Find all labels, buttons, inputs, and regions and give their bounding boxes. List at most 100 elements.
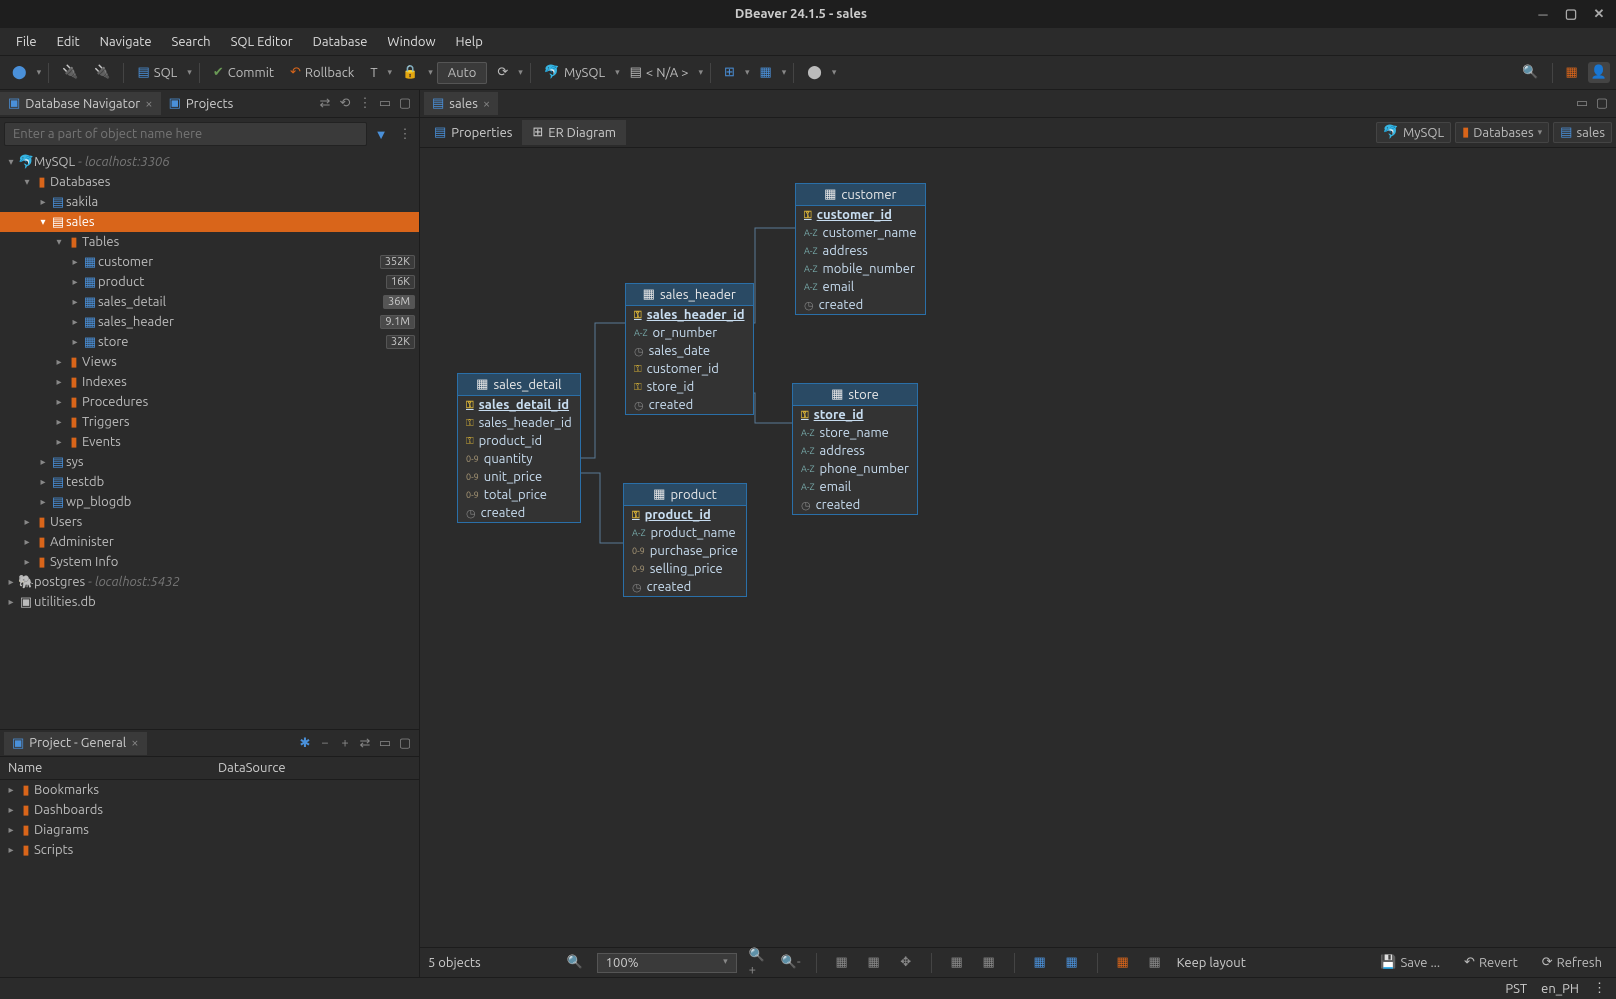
user-icon[interactable]: 👤	[1588, 62, 1610, 83]
close-project-icon[interactable]: ×	[131, 736, 138, 750]
entity-sales-detail[interactable]: ▦ sales_detail⚿ sales_detail_id⚿ sales_h…	[457, 373, 581, 523]
filter-icon[interactable]: ▼	[371, 124, 391, 144]
tool-icon1[interactable]: ⊞	[718, 63, 741, 82]
zoom-icon[interactable]: 🔍	[565, 953, 585, 973]
proj-dashboards[interactable]: ▸▮Dashboards	[0, 800, 419, 820]
col-datasource[interactable]: DataSource	[210, 757, 294, 779]
bc-databases[interactable]: ▮Databases▾	[1455, 122, 1549, 143]
tree-connection-mysql[interactable]: ▾🐬MySQL - localhost:3306	[0, 152, 419, 172]
tree-triggers[interactable]: ▸▮Triggers	[0, 412, 419, 432]
tree-db-sales[interactable]: ▾▤sales	[0, 212, 419, 232]
driver-selector[interactable]: 🐬 MySQL	[538, 63, 611, 82]
entity-product[interactable]: ▦ product⚿ product_idA-Z product_name0-9…	[623, 483, 747, 597]
minus-icon[interactable]: −	[315, 733, 335, 753]
menu-database[interactable]: Database	[303, 32, 378, 52]
emin-icon[interactable]: ▭	[1572, 94, 1592, 114]
layout2-icon[interactable]: ▦	[864, 953, 884, 973]
move-icon[interactable]: ✥	[896, 953, 916, 973]
close-editor-icon[interactable]: ×	[483, 97, 490, 111]
commit-button[interactable]: ✔ Commit	[207, 63, 280, 82]
tab-db-navigator[interactable]: ▣Database Navigator×	[0, 92, 161, 115]
link-icon[interactable]: ⇄	[315, 94, 335, 114]
disconnect-icon[interactable]: 🔌	[88, 63, 116, 82]
link2-icon[interactable]: ⇄	[355, 733, 375, 753]
keep-layout[interactable]: Keep layout	[1177, 956, 1246, 970]
menu-file[interactable]: File	[6, 32, 47, 52]
tree-connection-utilities[interactable]: ▸▣utilities.db	[0, 592, 419, 612]
close-icon[interactable]: ✕	[1590, 5, 1608, 23]
tree-table-customer[interactable]: ▸▦customer352K	[0, 252, 419, 272]
plus-icon[interactable]: +	[335, 733, 355, 753]
tree-connection-postgres[interactable]: ▸🐘postgres - localhost:5432	[0, 572, 419, 592]
tree-db-sakila[interactable]: ▸▤sakila	[0, 192, 419, 212]
subtab-properties[interactable]: ▤Properties	[424, 120, 522, 145]
refresh-button[interactable]: ⟳ Refresh	[1536, 953, 1608, 972]
plug-icon[interactable]: 🔌	[56, 63, 84, 82]
minimize-icon[interactable]: ─	[1534, 5, 1552, 23]
tree-systeminfo[interactable]: ▸▮System Info	[0, 552, 419, 572]
zoomin-icon[interactable]: 🔍+	[749, 953, 769, 973]
tree-administer[interactable]: ▸▮Administer	[0, 532, 419, 552]
min2-icon[interactable]: ▭	[375, 733, 395, 753]
tree-users[interactable]: ▸▮Users	[0, 512, 419, 532]
tree-table-product[interactable]: ▸▦product16K	[0, 272, 419, 292]
menu-edit[interactable]: Edit	[47, 32, 90, 52]
entity-customer[interactable]: ▦ customer⚿ customer_idA-Z customer_name…	[795, 183, 926, 315]
tree-db-wpblogdb[interactable]: ▸▤wp_blogdb	[0, 492, 419, 512]
cfg2-icon[interactable]: ▦	[1145, 953, 1165, 973]
perspective-icon[interactable]: ▦	[1560, 63, 1584, 82]
tree-indexes[interactable]: ▸▮Indexes	[0, 372, 419, 392]
auto-button[interactable]: Auto	[437, 62, 488, 84]
subtab-erdiagram[interactable]: ⊞ER Diagram	[522, 120, 626, 145]
export2-icon[interactable]: ▦	[1062, 953, 1082, 973]
layout1-icon[interactable]: ▦	[832, 953, 852, 973]
nav-search-input[interactable]	[4, 122, 367, 146]
min-icon[interactable]: ▭	[375, 94, 395, 114]
tree-db-testdb[interactable]: ▸▤testdb	[0, 472, 419, 492]
menu2-icon[interactable]: ⋮	[395, 124, 415, 144]
search-icon[interactable]: 🔍	[1516, 63, 1544, 82]
menu-help[interactable]: Help	[446, 32, 493, 52]
tree-table-store[interactable]: ▸▦store32K	[0, 332, 419, 352]
tree-db-sys[interactable]: ▸▤sys	[0, 452, 419, 472]
menu-window[interactable]: Window	[377, 32, 445, 52]
sql-button[interactable]: ▤ SQL	[131, 63, 183, 82]
zoom-select[interactable]: 100%▾	[597, 953, 737, 973]
tree-table-sales-detail[interactable]: ▸▦sales_detail36M	[0, 292, 419, 312]
tx-icon[interactable]: T	[364, 64, 383, 82]
grid2-icon[interactable]: ▦	[979, 953, 999, 973]
tree-procedures[interactable]: ▸▮Procedures	[0, 392, 419, 412]
sync-icon[interactable]: ⟳	[491, 63, 514, 82]
max2-icon[interactable]: ▢	[395, 733, 415, 753]
menu-navigate[interactable]: Navigate	[90, 32, 162, 52]
tab-project[interactable]: ▣Project - General×	[4, 732, 147, 755]
grid1-icon[interactable]: ▦	[947, 953, 967, 973]
lock-icon[interactable]: 🔒	[396, 63, 424, 82]
tool-icon2[interactable]: ▦	[753, 63, 777, 82]
menu-icon[interactable]: ⋮	[355, 94, 375, 114]
proj-scripts[interactable]: ▸▮Scripts	[0, 840, 419, 860]
rollback-button[interactable]: ↶ Rollback	[284, 63, 360, 82]
proj-bookmarks[interactable]: ▸▮Bookmarks	[0, 780, 419, 800]
tree-databases[interactable]: ▾▮Databases	[0, 172, 419, 192]
tree-events[interactable]: ▸▮Events	[0, 432, 419, 452]
resize-grip-icon[interactable]: ⋮	[1593, 981, 1606, 996]
tree-views[interactable]: ▸▮Views	[0, 352, 419, 372]
close-tab-icon[interactable]: ×	[145, 97, 152, 111]
revert-button[interactable]: ↶ Revert	[1458, 953, 1524, 972]
entity-store[interactable]: ▦ store⚿ store_idA-Z store_nameA-Z addre…	[792, 383, 918, 515]
bc-mysql[interactable]: 🐬MySQL	[1376, 122, 1451, 143]
star-icon[interactable]: ✱	[295, 733, 315, 753]
cfg1-icon[interactable]: ▦	[1113, 953, 1133, 973]
maximize-icon[interactable]: ▢	[1562, 5, 1580, 23]
tree-tables[interactable]: ▾▮Tables	[0, 232, 419, 252]
export1-icon[interactable]: ▦	[1030, 953, 1050, 973]
refresh-icon[interactable]: ⟲	[335, 94, 355, 114]
col-name[interactable]: Name	[0, 757, 210, 779]
erd-canvas[interactable]: ▦ customer⚿ customer_idA-Z customer_name…	[420, 148, 1616, 947]
tab-projects[interactable]: ▣Projects	[161, 92, 242, 115]
menu-sqleditor[interactable]: SQL Editor	[221, 32, 303, 52]
max-icon[interactable]: ▢	[395, 94, 415, 114]
proj-diagrams[interactable]: ▸▮Diagrams	[0, 820, 419, 840]
tool-icon3[interactable]: ⬤	[801, 63, 828, 82]
